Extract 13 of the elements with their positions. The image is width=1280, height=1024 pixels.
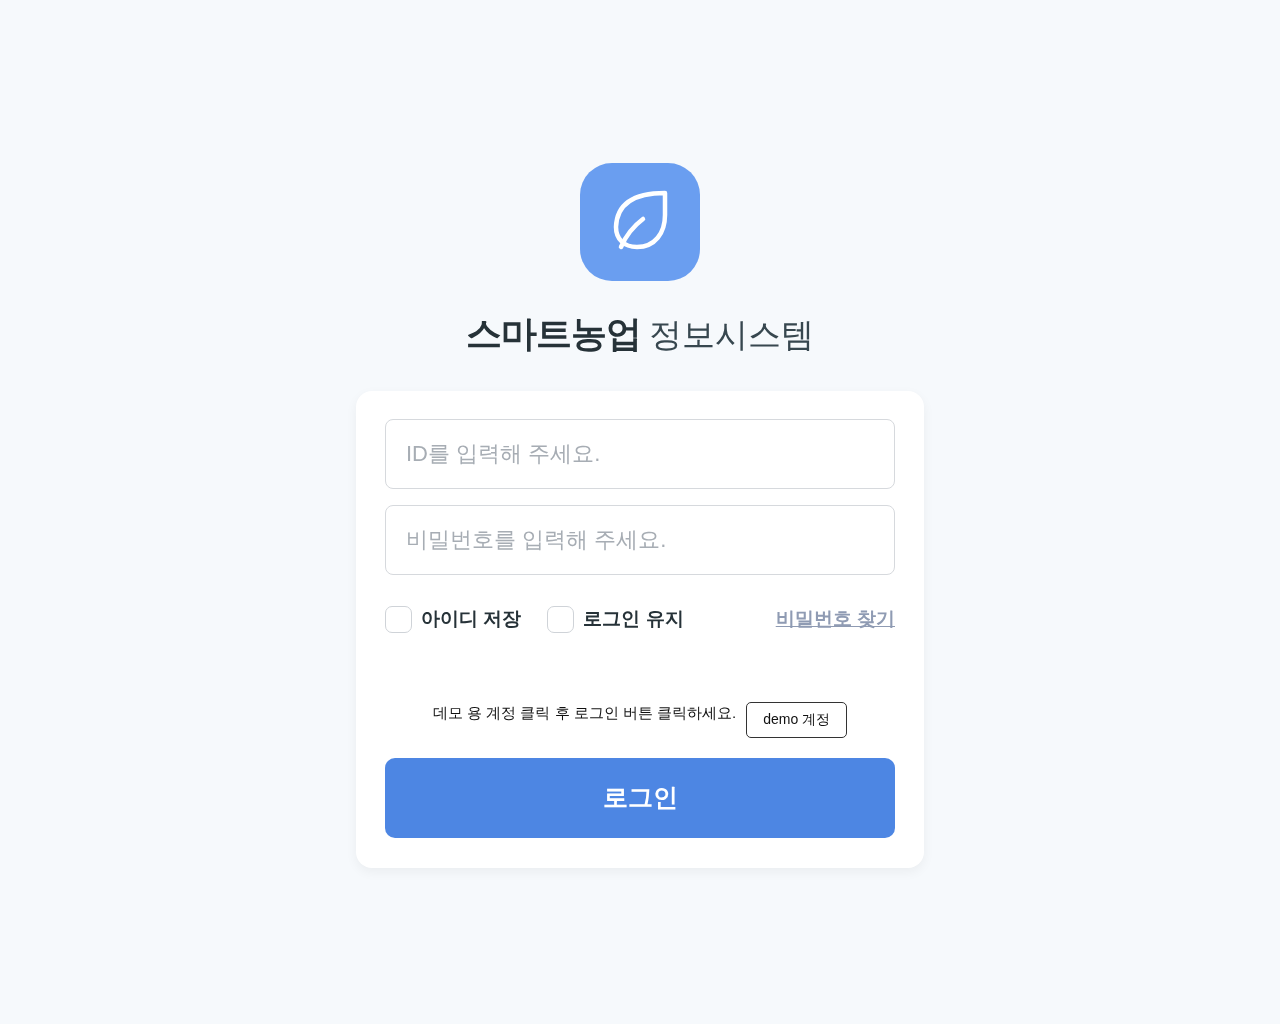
checkbox-label: 아이디 저장 [421, 607, 522, 631]
app-title: 스마트농업 [465, 312, 642, 356]
find-password-link[interactable]: 비밀번호 찾기 [775, 605, 895, 634]
demo-hint: 데모 용 계정 클릭 후 로그인 버튼 클릭하세요. [432, 703, 737, 724]
demo-account-button[interactable]: demo 계정 [746, 701, 848, 738]
leaf-logo-icon [580, 163, 700, 281]
login-button[interactable]: 로그인 [385, 757, 895, 838]
app-subtitle: 정보시스템 [649, 315, 815, 355]
checkbox[interactable] [385, 605, 412, 633]
id-field[interactable]: ID를 입력해 주세요. [385, 419, 895, 489]
password-field[interactable]: 비밀번호를 입력해 주세요. [385, 505, 895, 575]
checkbox[interactable] [547, 605, 575, 633]
checkbox-label: 로그인 유지 [583, 607, 684, 631]
